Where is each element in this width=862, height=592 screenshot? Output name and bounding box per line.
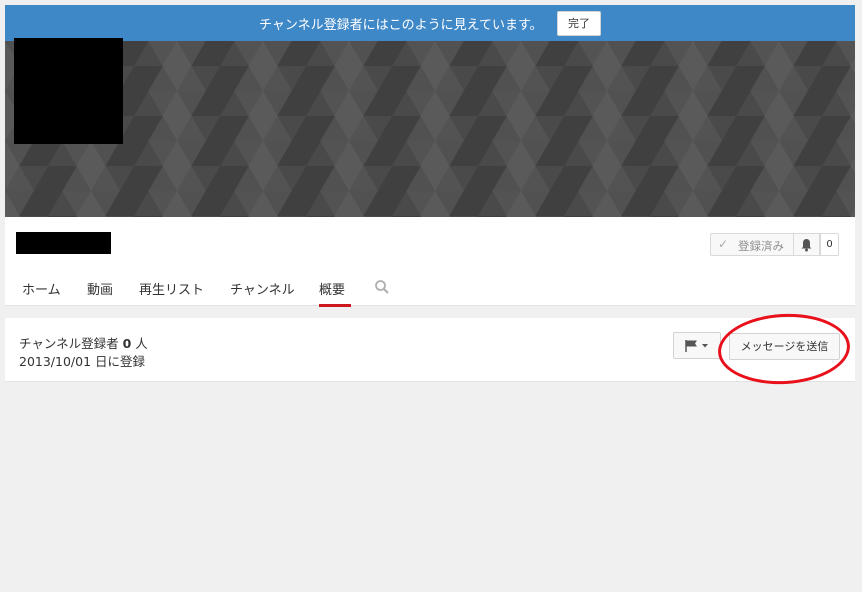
- flag-menu-button[interactable]: [673, 332, 721, 359]
- tab-search-button[interactable]: [374, 279, 390, 299]
- channel-art-banner: [5, 38, 855, 217]
- subscribed-label: 登録済み: [738, 239, 784, 253]
- subscribed-button[interactable]: ✓ 登録済み: [710, 233, 794, 256]
- check-icon: ✓: [718, 237, 729, 251]
- subscriber-stat-suffix: 人: [131, 336, 148, 351]
- search-icon: [375, 280, 389, 294]
- channel-header: ✓ 登録済み 0 ホーム 動画 再生リスト チャンネル 概要: [5, 217, 855, 307]
- subscriber-stat-prefix: チャンネル登録者: [19, 336, 123, 351]
- tab-about[interactable]: 概要: [319, 279, 351, 307]
- bell-icon: [801, 239, 812, 252]
- tab-videos[interactable]: 動画: [87, 279, 113, 307]
- tab-playlists[interactable]: 再生リスト: [139, 279, 204, 307]
- preview-banner: チャンネル登録者にはこのように見えています。 完了: [5, 5, 855, 41]
- tab-channels[interactable]: チャンネル: [230, 279, 295, 307]
- channel-tabs: ホーム 動画 再生リスト チャンネル 概要: [5, 277, 855, 307]
- channel-avatar: [14, 38, 123, 144]
- send-message-button[interactable]: メッセージを送信: [729, 333, 840, 360]
- tab-home[interactable]: ホーム: [22, 279, 61, 307]
- preview-banner-message: チャンネル登録者にはこのように見えています。: [259, 18, 543, 33]
- subscriber-stat-count: 0: [122, 336, 132, 351]
- subscriber-stat: チャンネル登録者 0 人: [19, 333, 148, 352]
- subscriber-count-badge: 0: [820, 233, 839, 256]
- done-button[interactable]: 完了: [557, 11, 601, 36]
- notification-bell-button[interactable]: [794, 233, 820, 256]
- flag-icon: [685, 340, 708, 352]
- about-section: チャンネル登録者 0 人 2013/10/01 日に登録 メッセージを送信: [5, 318, 855, 382]
- joined-date: 2013/10/01 日に登録: [19, 354, 146, 369]
- channel-name-redacted: [16, 232, 111, 254]
